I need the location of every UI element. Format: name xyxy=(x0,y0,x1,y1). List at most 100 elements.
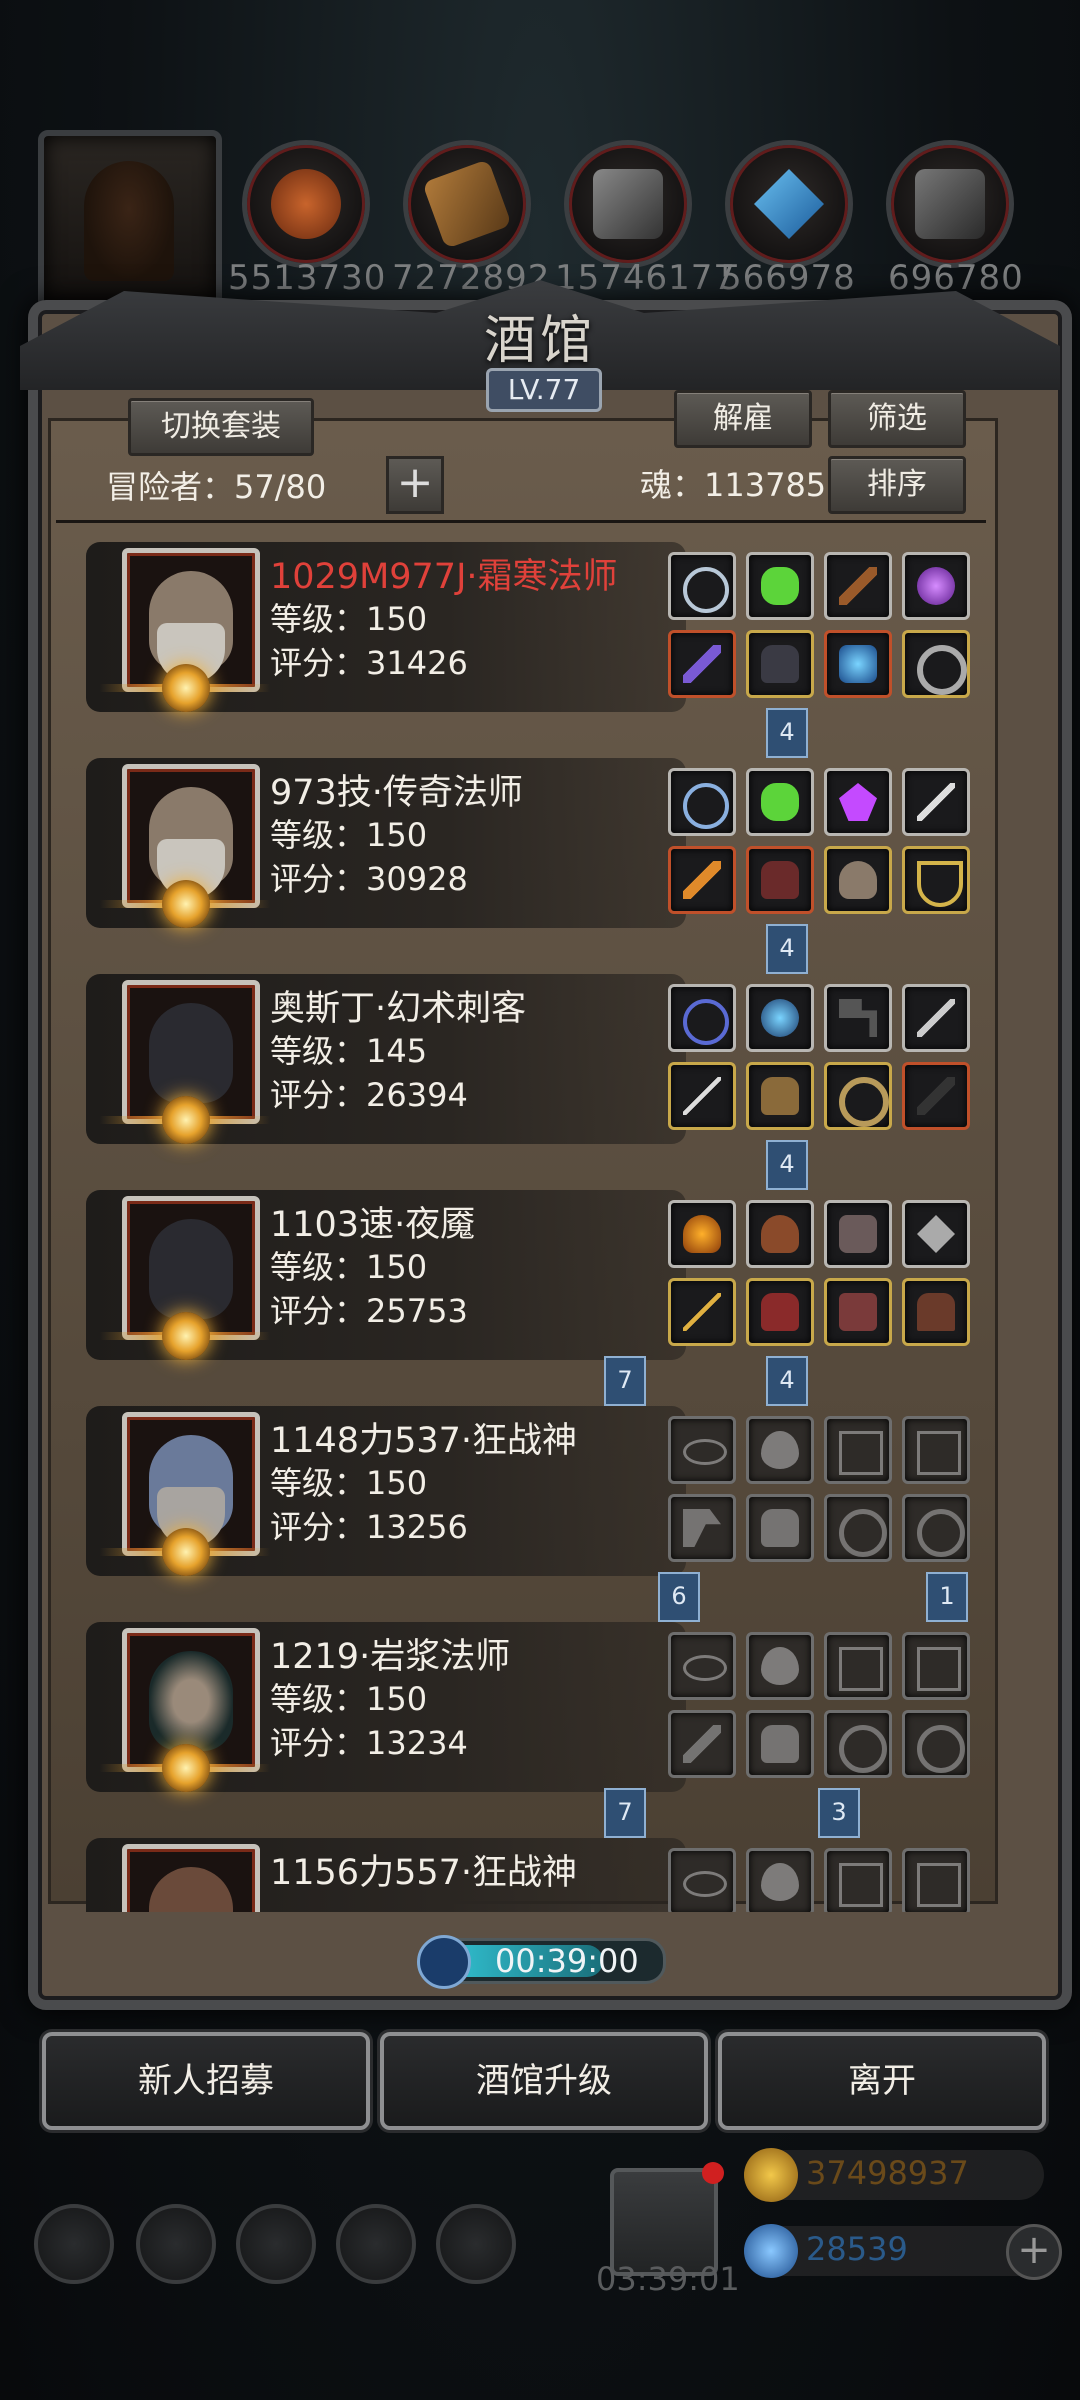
empty-amulet-slot[interactable] xyxy=(668,1848,736,1912)
hero-card[interactable]: 1148力537·狂战神 等级：150 评分：13256 xyxy=(86,1398,990,1576)
settings-icon[interactable] xyxy=(34,2204,114,2284)
empty-ring-slot[interactable] xyxy=(902,1710,970,1778)
hero-card[interactable]: 奥斯丁·幻术刺客 等级：145 评分：26394 xyxy=(86,966,990,1144)
resource-ore-value: 5513730 xyxy=(228,258,387,298)
blue-orb-icon xyxy=(761,999,799,1037)
gauntlet-slot[interactable] xyxy=(824,1200,892,1268)
helmet-slot[interactable] xyxy=(746,1200,814,1268)
hero-name: 1219·岩浆法师 xyxy=(270,1637,511,1677)
gem-slot[interactable] xyxy=(824,630,892,698)
knife-icon xyxy=(917,1077,955,1115)
sort-button[interactable]: 排序 xyxy=(828,456,966,514)
mail-icon[interactable] xyxy=(336,2204,416,2284)
hero-level: 等级：150 xyxy=(270,1680,428,1718)
orb-slot[interactable] xyxy=(746,984,814,1052)
hammer-slot[interactable] xyxy=(824,984,892,1052)
sword-slot[interactable] xyxy=(902,768,970,836)
crown-slot[interactable] xyxy=(668,1200,736,1268)
empty-weapon-slot[interactable] xyxy=(668,1494,736,1562)
weapon-slot[interactable] xyxy=(668,630,736,698)
emblem-slot[interactable] xyxy=(902,1200,970,1268)
hero-list[interactable]: 1029M977J·霜寒法师 等级：150 评分：31426 4 973技·传奇… xyxy=(70,530,990,1912)
resource-crystal-icon[interactable] xyxy=(725,140,853,268)
red-armor-icon xyxy=(761,1293,799,1331)
armor-slot[interactable] xyxy=(746,1062,814,1130)
gem-value: 28539 xyxy=(806,2230,908,2268)
rank-emblem-icon xyxy=(162,1744,210,1792)
staff-slot[interactable] xyxy=(824,552,892,620)
boots-slot[interactable] xyxy=(824,1278,892,1346)
empty-armor-slot[interactable] xyxy=(746,1494,814,1562)
hourglass-outline-icon xyxy=(839,1431,883,1475)
dagger-slot[interactable] xyxy=(902,984,970,1052)
switch-set-button[interactable]: 切换套装 xyxy=(128,398,314,456)
empty-gem-slot[interactable] xyxy=(824,1848,892,1912)
empty-potion-slot[interactable] xyxy=(746,1632,814,1700)
empty-potion-slot[interactable] xyxy=(746,1848,814,1912)
emblem-icon[interactable] xyxy=(136,2204,216,2284)
hero-card[interactable]: 1103速·夜魇 等级：150 评分：25753 xyxy=(86,1182,990,1360)
staff-outline-icon xyxy=(683,1725,721,1763)
gem-slot[interactable] xyxy=(824,768,892,836)
necklace-slot[interactable] xyxy=(902,846,970,914)
player-portrait[interactable] xyxy=(38,130,222,310)
leave-button[interactable]: 离开 xyxy=(718,2032,1046,2130)
potion-slot[interactable] xyxy=(746,768,814,836)
empty-gem-slot[interactable] xyxy=(902,1632,970,1700)
ring-slot[interactable] xyxy=(902,630,970,698)
resource-iron-icon[interactable] xyxy=(564,140,692,268)
empty-gem-slot[interactable] xyxy=(902,1848,970,1912)
potion-slot[interactable] xyxy=(746,552,814,620)
amulet-icon xyxy=(683,783,729,829)
filter-button[interactable]: 筛选 xyxy=(828,390,966,448)
drop-outline-icon xyxy=(761,1431,799,1469)
empty-ring-slot[interactable] xyxy=(902,1494,970,1562)
empty-ring-slot[interactable] xyxy=(824,1710,892,1778)
resource-ore-icon[interactable] xyxy=(242,140,370,268)
ring-outline-icon xyxy=(917,1509,965,1557)
helmet-slot[interactable] xyxy=(824,846,892,914)
empty-gem-slot[interactable] xyxy=(824,1416,892,1484)
orb-slot[interactable] xyxy=(902,552,970,620)
empty-potion-slot[interactable] xyxy=(746,1416,814,1484)
dismiss-button[interactable]: 解雇 xyxy=(674,390,812,448)
soul-count: 魂：113785 xyxy=(640,466,827,504)
add-currency-button[interactable]: + xyxy=(1006,2224,1062,2280)
amulet-slot[interactable] xyxy=(668,768,736,836)
empty-amulet-slot[interactable] xyxy=(668,1416,736,1484)
resource-wood-icon[interactable] xyxy=(403,140,531,268)
add-slot-button[interactable]: + xyxy=(386,456,444,514)
hero-card[interactable]: 1219·岩浆法师 等级：150 评分：13234 xyxy=(86,1614,990,1792)
cube-icon[interactable] xyxy=(436,2204,516,2284)
armor-slot[interactable] xyxy=(746,630,814,698)
upgrade-tavern-button[interactable]: 酒馆升级 xyxy=(380,2032,708,2130)
hero-card[interactable]: 1029M977J·霜寒法师 等级：150 评分：31426 xyxy=(86,534,990,712)
page-title: 酒馆 xyxy=(483,311,596,371)
hero-card[interactable]: 973技·传奇法师 等级：150 评分：30928 xyxy=(86,750,990,928)
weapon-slot[interactable] xyxy=(668,846,736,914)
weapon-slot[interactable] xyxy=(668,1278,736,1346)
empty-gem-slot[interactable] xyxy=(902,1416,970,1484)
empty-ring-slot[interactable] xyxy=(824,1494,892,1562)
empty-amulet-slot[interactable] xyxy=(668,1632,736,1700)
empty-gem-slot[interactable] xyxy=(824,1632,892,1700)
armor-slot[interactable] xyxy=(746,1278,814,1346)
empty-armor-slot[interactable] xyxy=(746,1710,814,1778)
cloak-slot[interactable] xyxy=(902,1278,970,1346)
helmet-icon[interactable] xyxy=(236,2204,316,2284)
green-potion-icon xyxy=(761,567,799,605)
armor-slot[interactable] xyxy=(746,846,814,914)
knife-slot[interactable] xyxy=(902,1062,970,1130)
hero-card[interactable]: 1156力557·狂战神 xyxy=(86,1830,990,1912)
resource-steel-icon[interactable] xyxy=(886,140,1014,268)
amulet-outline-icon xyxy=(683,1655,727,1681)
rank-emblem-icon xyxy=(162,1528,210,1576)
empty-weapon-slot[interactable] xyxy=(668,1710,736,1778)
ring-outline-icon xyxy=(917,1725,965,1773)
ring-slot[interactable] xyxy=(824,1062,892,1130)
weapon-slot[interactable] xyxy=(668,1062,736,1130)
amulet-slot[interactable] xyxy=(668,552,736,620)
recruit-button[interactable]: 新人招募 xyxy=(42,2032,370,2130)
amulet-slot[interactable] xyxy=(668,984,736,1052)
avatar xyxy=(122,1844,260,1912)
